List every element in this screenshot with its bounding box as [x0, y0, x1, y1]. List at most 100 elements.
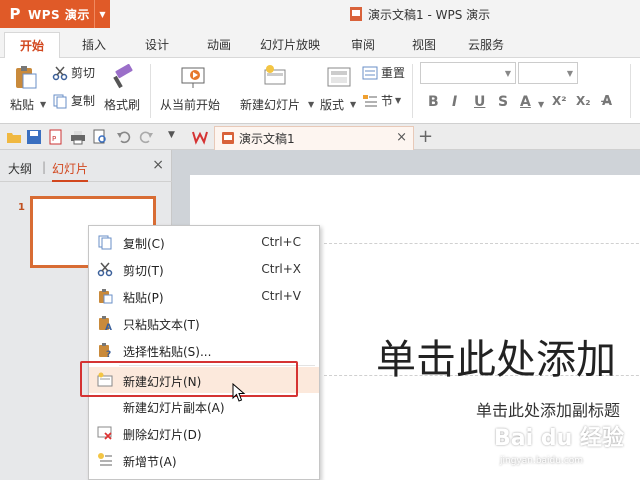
- redo-icon[interactable]: [138, 129, 154, 145]
- reset-button[interactable]: 重置: [362, 64, 405, 81]
- scissors-icon: [52, 66, 68, 80]
- open-folder-icon[interactable]: [6, 129, 22, 145]
- export-pdf-icon[interactable]: P: [48, 129, 64, 145]
- tab-outline[interactable]: 大纲: [8, 160, 32, 177]
- window-title: 演示文稿1 - WPS 演示: [350, 0, 490, 28]
- menu-item-delete-slide[interactable]: 删除幻灯片(D): [89, 420, 319, 446]
- print-preview-icon[interactable]: [92, 129, 108, 145]
- underline-icon[interactable]: U: [474, 94, 485, 110]
- tab-view[interactable]: 视图: [412, 36, 436, 53]
- tab-review[interactable]: 审阅: [351, 36, 375, 53]
- baidu-jingyan-watermark: Bai du 经验 jingyan.baidu.com: [494, 420, 634, 476]
- print-icon[interactable]: [70, 129, 86, 145]
- watermark-logo: Bai du 经验: [494, 426, 624, 451]
- copy-icon: [98, 235, 112, 250]
- title-placeholder[interactable]: 单击此处添加: [376, 327, 616, 385]
- menu-item-label: 选择性粘贴(S)...: [123, 345, 212, 359]
- chevron-down-icon[interactable]: ▼: [40, 100, 46, 109]
- menu-item-shortcut: Ctrl+X: [261, 262, 301, 276]
- ribbon-separator: [150, 64, 151, 118]
- chevron-down-icon[interactable]: ▼: [94, 0, 110, 28]
- chevron-down-icon[interactable]: ▼: [538, 100, 544, 109]
- tab-slideshow[interactable]: 幻灯片放映: [260, 36, 320, 53]
- new-slide-button[interactable]: 新建幻灯片 ▼: [240, 62, 316, 118]
- tab-design[interactable]: 设计: [145, 36, 169, 53]
- app-name: WPS 演示: [28, 7, 90, 22]
- reset-icon: [362, 66, 378, 79]
- section-button[interactable]: 节 ▼: [362, 92, 401, 109]
- paste-special-icon: ?: [99, 343, 111, 358]
- watermark-url: jingyan.baidu.com: [500, 456, 584, 466]
- font-name-select[interactable]: ▼: [420, 62, 516, 84]
- reset-label: 重置: [381, 66, 406, 80]
- ribbon: 粘贴 ▼ 剪切 复制 格式刷 从当前开始 新建幻灯片 ▼ 版式 ▼ 重置 节 ▼…: [0, 58, 640, 139]
- chevron-down-icon[interactable]: ▼: [350, 100, 356, 109]
- slide-number: 1: [18, 202, 25, 213]
- chevron-down-icon[interactable]: ▼: [501, 63, 515, 83]
- layout-button[interactable]: 版式 ▼: [320, 62, 360, 118]
- highlight-annotation-box: [80, 361, 298, 397]
- wps-w-logo-icon[interactable]: [192, 129, 208, 145]
- save-icon[interactable]: [26, 129, 42, 145]
- format-painter-button[interactable]: 格式刷: [104, 62, 144, 118]
- menu-item-new-section[interactable]: 新增节(A): [89, 447, 319, 473]
- tab-divider: |: [42, 160, 47, 174]
- font-color-icon[interactable]: A: [520, 94, 531, 110]
- paste-text-icon: A: [99, 316, 112, 331]
- section-label: 节: [381, 94, 394, 108]
- format-painter-label: 格式刷: [104, 98, 141, 112]
- cut-button[interactable]: 剪切: [52, 64, 95, 81]
- subtitle-placeholder[interactable]: 单击此处添加副标题: [476, 397, 620, 421]
- ribbon-separator: [630, 64, 631, 118]
- svg-text:P: P: [52, 135, 56, 143]
- copy-button[interactable]: 复制: [52, 92, 95, 109]
- menu-item-label: 删除幻灯片(D): [123, 428, 202, 442]
- tab-insert[interactable]: 插入: [82, 36, 106, 53]
- menu-item-label: 只粘贴文本(T): [123, 318, 200, 332]
- font-size-select[interactable]: ▼: [518, 62, 578, 84]
- cut-label: 剪切: [71, 66, 96, 80]
- menu-item-label: 新增节(A): [123, 455, 177, 469]
- italic-icon[interactable]: I: [452, 94, 457, 110]
- new-tab-icon[interactable]: +: [418, 126, 433, 147]
- close-icon[interactable]: ×: [396, 130, 407, 145]
- ribbon-tabs: 开始 插入 设计 动画 幻灯片放映 审阅 视图 云服务: [0, 28, 640, 58]
- clear-format-icon[interactable]: A̶: [602, 94, 612, 109]
- from-current-button[interactable]: 从当前开始: [158, 62, 224, 118]
- bold-icon[interactable]: B: [428, 94, 439, 110]
- tab-document[interactable]: 演示文稿1 ×: [214, 126, 414, 150]
- delete-slide-icon: [97, 426, 112, 440]
- layout-label: 版式: [320, 98, 345, 112]
- paste-icon: [99, 289, 113, 304]
- close-icon[interactable]: ×: [152, 157, 164, 173]
- paste-button[interactable]: 粘贴 ▼: [8, 62, 46, 118]
- tab-cloud[interactable]: 云服务: [468, 36, 504, 53]
- superscript-icon[interactable]: X²: [552, 94, 567, 108]
- tab-slides[interactable]: 幻灯片: [52, 160, 89, 182]
- paste-icon: [16, 66, 37, 89]
- undo-icon[interactable]: [116, 129, 132, 145]
- menu-item-copy[interactable]: 复制(C) Ctrl+C: [89, 229, 319, 255]
- tab-home[interactable]: 开始: [4, 32, 60, 58]
- subscript-icon[interactable]: X₂: [576, 94, 591, 108]
- wps-logo-icon: P: [9, 5, 21, 23]
- shadow-icon[interactable]: S: [498, 94, 508, 110]
- menu-item-label: 新建幻灯片副本(A): [123, 401, 225, 415]
- paste-label: 粘贴: [10, 98, 35, 112]
- chevron-down-icon[interactable]: ▼: [308, 100, 314, 109]
- layout-icon: [327, 67, 351, 87]
- chevron-down-icon[interactable]: ▼: [563, 63, 577, 83]
- menu-item-paste-text-only[interactable]: A 只粘贴文本(T): [89, 310, 319, 336]
- menu-item-cut[interactable]: 剪切(T) Ctrl+X: [89, 256, 319, 282]
- document-title: 演示文稿1 - WPS 演示: [368, 7, 491, 22]
- svg-text:A: A: [105, 323, 112, 331]
- chevron-down-icon[interactable]: ▼: [395, 96, 401, 105]
- app-menu-button[interactable]: P WPS 演示 ▼: [0, 0, 110, 28]
- tab-animation[interactable]: 动画: [207, 36, 231, 53]
- play-slideshow-icon: [181, 67, 205, 88]
- mouse-cursor-icon: [232, 383, 246, 402]
- menu-item-paste-special[interactable]: ? 选择性粘贴(S)...: [89, 337, 319, 363]
- chevron-down-icon[interactable]: ▼: [168, 130, 175, 140]
- menu-item-paste[interactable]: 粘贴(P) Ctrl+V: [89, 283, 319, 309]
- presentation-icon: [222, 132, 234, 144]
